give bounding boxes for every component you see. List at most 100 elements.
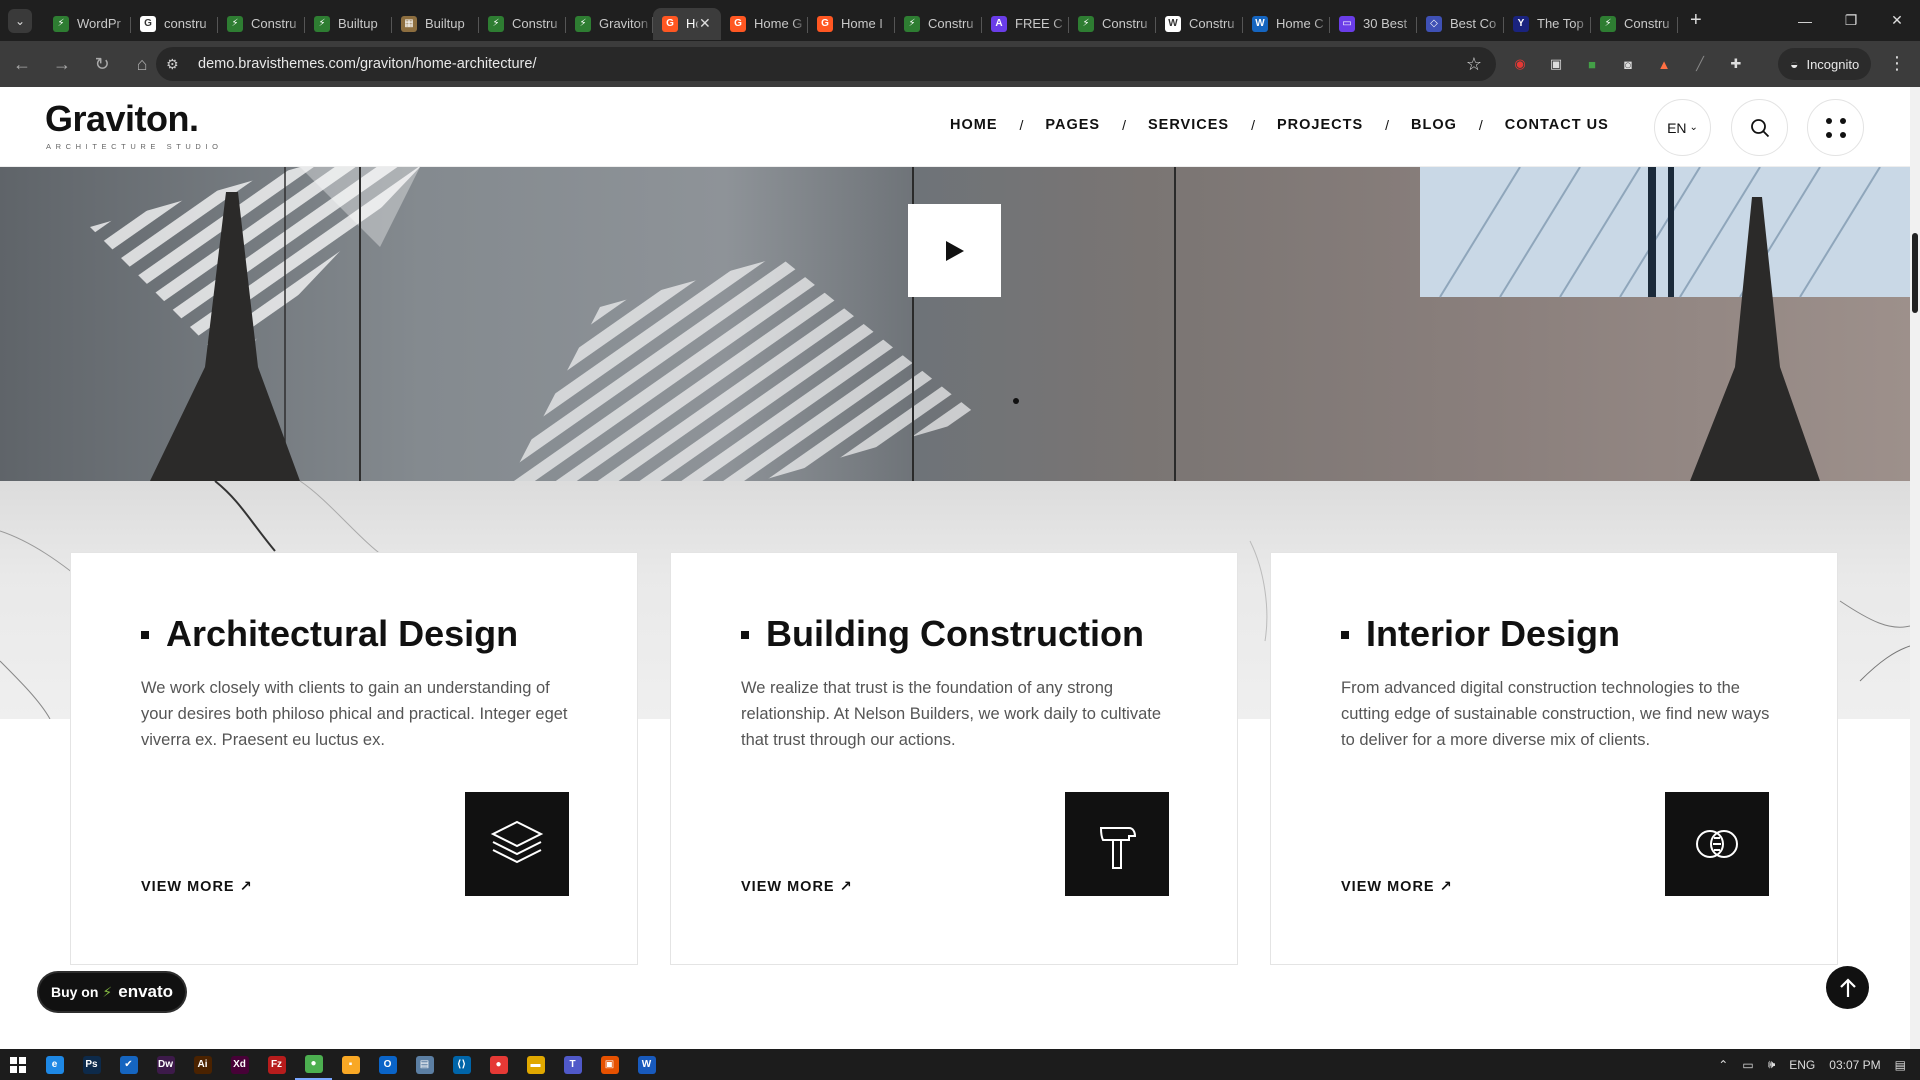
browser-tab[interactable]: ⚡ Builtup <box>305 8 392 40</box>
camera-icon[interactable]: ◙ <box>1614 50 1642 78</box>
page-scrollbar[interactable] <box>1910 87 1920 1049</box>
restore-button[interactable]: ❐ <box>1828 0 1874 41</box>
extension-grey-icon[interactable]: ╱ <box>1686 50 1714 78</box>
nav-item-blog[interactable]: BLOG <box>1411 117 1457 133</box>
browser-menu-icon[interactable]: ⋮ <box>1888 53 1906 74</box>
browser-tab[interactable]: ⚡ Constru <box>1069 8 1156 40</box>
tab-title: Home I <box>841 16 883 31</box>
browser-tab[interactable]: ▭ 30 Best <box>1330 8 1417 40</box>
minimize-button[interactable]: — <box>1782 0 1828 41</box>
view-more-link[interactable]: VIEW MORE ↗ <box>141 879 253 895</box>
browser-tab[interactable]: ◇ Best Co <box>1417 8 1504 40</box>
search-button[interactable] <box>1731 99 1788 156</box>
browser-tab[interactable]: G Home G <box>721 8 808 40</box>
site-logo[interactable]: Graviton. <box>45 98 199 140</box>
play-video-button[interactable] <box>908 204 1001 297</box>
language-switcher[interactable]: EN ⌄ <box>1654 99 1711 156</box>
taskbar-app-app-orange[interactable]: ▣ <box>591 1049 628 1080</box>
url-text[interactable]: demo.bravisthemes.com/graviton/home-arch… <box>198 56 1466 72</box>
tab-title: 30 Best <box>1363 16 1408 31</box>
slider-dot[interactable] <box>1013 398 1019 404</box>
chrome-2-icon: ● <box>489 1055 508 1074</box>
back-to-top-button[interactable] <box>1826 966 1869 1009</box>
service-title[interactable]: Building Construction <box>766 613 1144 655</box>
extension-white-icon[interactable]: ▣ <box>1542 50 1570 78</box>
taskbar-app-xd[interactable]: Xd <box>221 1049 258 1080</box>
tray-overflow-icon[interactable]: ⌃ <box>1718 1058 1728 1072</box>
incognito-badge[interactable]: ◒ Incognito <box>1778 48 1872 80</box>
tab-favicon-icon: Y <box>1513 15 1529 32</box>
taskbar-app-edge[interactable]: e <box>36 1049 73 1080</box>
browser-tab[interactable]: ⚡ Constru <box>218 8 305 40</box>
browser-tab[interactable]: ⚡ WordPr <box>44 8 131 40</box>
browser-tab[interactable]: ⚡ Constru <box>479 8 566 40</box>
taskbar-app-teams[interactable]: T <box>554 1049 591 1080</box>
service-title[interactable]: Interior Design <box>1366 613 1620 655</box>
browser-tab[interactable]: Y The Top <box>1504 8 1591 40</box>
start-button[interactable] <box>0 1056 36 1073</box>
nav-item-contact-us[interactable]: CONTACT US <box>1505 117 1609 133</box>
network-icon[interactable]: ▭ <box>1742 1058 1753 1072</box>
taskbar-app-notepad[interactable]: ▤ <box>406 1049 443 1080</box>
taskbar-app-photoshop[interactable]: Ps <box>73 1049 110 1080</box>
clock[interactable]: 03:07 PM <box>1829 1058 1880 1072</box>
scrollbar-thumb[interactable] <box>1912 233 1918 313</box>
photoshop-icon: Ps <box>82 1055 101 1074</box>
input-language[interactable]: ENG <box>1789 1058 1815 1072</box>
bookmark-star-icon[interactable]: ☆ <box>1466 54 1482 75</box>
taskbar-app-todo[interactable]: ✔ <box>110 1049 147 1080</box>
address-bar[interactable]: ⚙ demo.bravisthemes.com/graviton/home-ar… <box>156 47 1496 81</box>
forward-button[interactable]: → <box>44 46 80 82</box>
service-card-interior-design: Interior Design From advanced digital co… <box>1270 552 1838 965</box>
volume-icon[interactable]: 🕪 <box>1768 1057 1776 1072</box>
taskbar-app-word[interactable]: W <box>628 1049 665 1080</box>
taskbar-app-filezilla[interactable]: Fz <box>258 1049 295 1080</box>
back-button[interactable]: ← <box>4 46 40 82</box>
nav-item-home[interactable]: HOME <box>950 117 998 133</box>
extension-red-icon[interactable]: ◉ <box>1506 50 1534 78</box>
taskbar-app-vscode[interactable]: ⟨⟩ <box>443 1049 480 1080</box>
buy-on-envato-button[interactable]: Buy on ⚡ envato <box>39 973 185 1011</box>
extensions-puzzle-icon[interactable]: ✚ <box>1722 50 1750 78</box>
browser-tab[interactable]: W Home C <box>1243 8 1330 40</box>
nav-item-pages[interactable]: PAGES <box>1045 117 1100 133</box>
nav-item-services[interactable]: SERVICES <box>1148 117 1229 133</box>
title-bullet <box>1341 631 1349 639</box>
taskbar-app-chrome-2[interactable]: ● <box>480 1049 517 1080</box>
home-button[interactable]: ⌂ <box>124 46 160 82</box>
browser-tab[interactable]: ⚡ Constru <box>895 8 982 40</box>
nav-item-projects[interactable]: PROJECTS <box>1277 117 1363 133</box>
taskbar-app-dreamweaver[interactable]: Dw <box>147 1049 184 1080</box>
browser-tab[interactable]: ⚡ Constru <box>1591 8 1678 40</box>
view-more-link[interactable]: VIEW MORE ↗ <box>741 879 853 895</box>
notifications-icon[interactable]: ▤ <box>1895 1058 1906 1072</box>
service-title[interactable]: Architectural Design <box>166 613 518 655</box>
extension-orange-icon[interactable]: ▲ <box>1650 50 1678 78</box>
taskbar-app-illustrator[interactable]: Ai <box>184 1049 221 1080</box>
web-page: Graviton. ARCHITECTURE STUDIO HOME / PAGES… <box>0 87 1910 1049</box>
browser-tab[interactable]: ⚡ Graviton <box>566 8 653 40</box>
offcanvas-menu-button[interactable] <box>1807 99 1864 156</box>
tab-favicon-icon: ⚡ <box>1078 15 1094 32</box>
browser-tab[interactable]: A FREE C <box>982 8 1069 40</box>
tab-favicon-icon: ⚡ <box>227 15 243 32</box>
taskbar-app-explorer[interactable]: ▬ <box>517 1049 554 1080</box>
browser-tab[interactable]: W Constru <box>1156 8 1243 40</box>
site-info-icon[interactable]: ⚙ <box>166 56 192 73</box>
taskbar-app-chrome[interactable]: ● <box>295 1049 332 1080</box>
tab-favicon-icon: ▦ <box>401 15 417 32</box>
reload-button[interactable]: ↻ <box>84 46 120 82</box>
extension-green-icon[interactable]: ■ <box>1578 50 1606 78</box>
browser-tab[interactable]: Gconstru <box>131 8 218 40</box>
taskbar-app-outlook[interactable]: O <box>369 1049 406 1080</box>
service-card-building-construction: Building Construction We realize that tr… <box>670 552 1238 965</box>
new-tab-button[interactable]: + <box>1690 9 1702 32</box>
browser-tab[interactable]: G Hom✕ <box>653 7 721 40</box>
browser-tab[interactable]: G Home I <box>808 8 895 40</box>
tab-search-button[interactable]: ⌄ <box>8 8 32 33</box>
close-window-button[interactable]: ✕ <box>1874 0 1920 41</box>
view-more-link[interactable]: VIEW MORE ↗ <box>1341 879 1453 895</box>
browser-tab[interactable]: ▦ Builtup <box>392 8 479 40</box>
taskbar-app-sticky-notes[interactable]: ▪ <box>332 1049 369 1080</box>
close-tab-icon[interactable]: ✕ <box>699 15 715 32</box>
